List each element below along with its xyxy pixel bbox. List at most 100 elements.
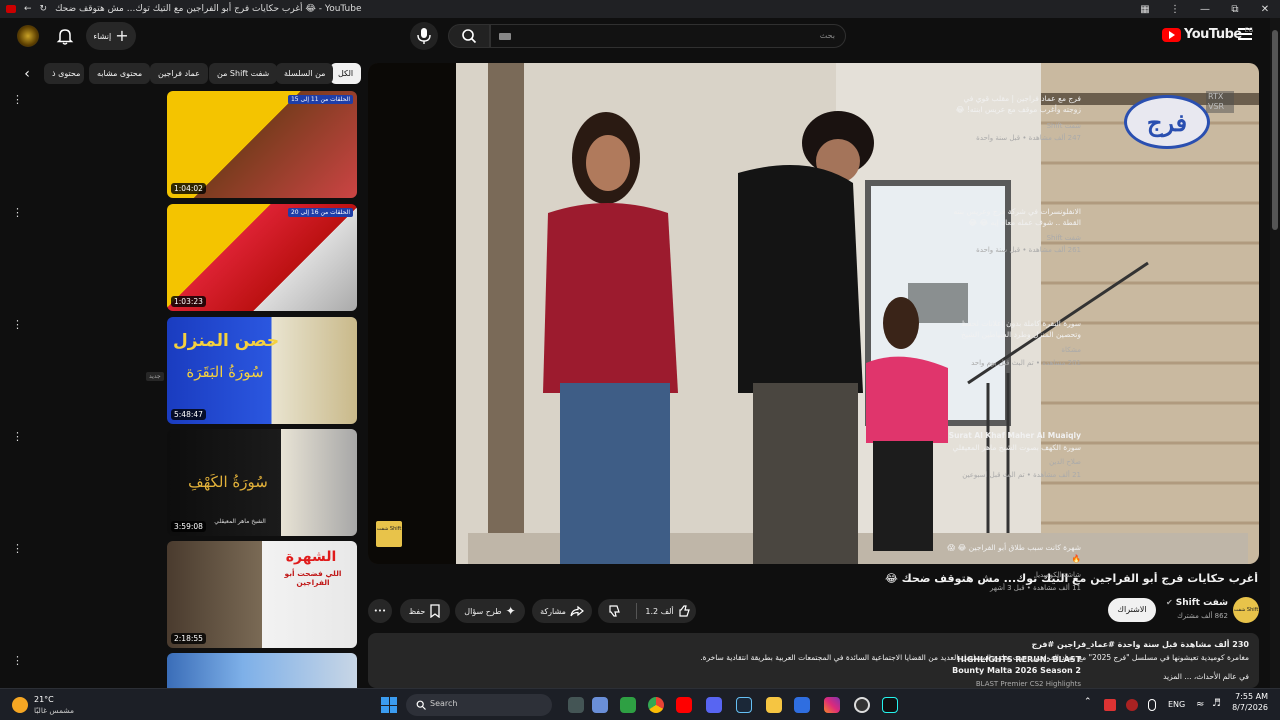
reload-icon[interactable]: ↻ <box>40 4 48 14</box>
notifications-button[interactable] <box>56 27 74 45</box>
video-thumbnail[interactable] <box>167 653 357 688</box>
share-button[interactable]: مشاركة <box>532 599 592 623</box>
weather-sun-icon <box>12 697 28 713</box>
chip-from-series[interactable]: من السلسلة <box>276 63 334 84</box>
channel-avatar[interactable]: شفت Shift <box>1233 597 1259 623</box>
browser-more-icon[interactable]: ⋮ <box>1160 4 1190 15</box>
chip-all[interactable]: الكل <box>330 63 362 84</box>
more-options-icon[interactable]: ⋮ <box>12 94 23 105</box>
close-window-icon[interactable]: ✕ <box>1250 4 1280 15</box>
chip-similar[interactable]: محتوى مشابه <box>89 63 151 84</box>
video-thumbnail[interactable]: الحلقات من 11 إلى 15 1:04:02 <box>167 91 357 198</box>
more-actions-button[interactable]: ••• <box>368 599 392 623</box>
upscale-watermark: RTX VSR <box>1206 91 1234 113</box>
related-video-subtitle: سورة الكهف بصوت الشيخ ماهر المعيقلي <box>952 443 1081 452</box>
restore-icon[interactable]: ⧉ <box>1220 4 1250 15</box>
taskbar-search-input[interactable]: Search <box>430 699 457 708</box>
related-video-channel[interactable]: مشكاة <box>1061 346 1081 354</box>
youtube-taskbar-icon[interactable] <box>676 697 692 713</box>
more-options-icon[interactable]: ⋮ <box>12 319 23 330</box>
discord-icon[interactable] <box>706 697 722 713</box>
weather-widget[interactable]: 21°C مشمس غالبًا <box>12 693 102 717</box>
app-icon-blue[interactable] <box>794 697 810 713</box>
language-indicator[interactable]: ENG <box>1168 700 1185 709</box>
voice-search-button[interactable] <box>410 22 438 50</box>
related-video-title[interactable]: الانفلونسرات في شركة فرج وعريس بنته القط… <box>946 206 1081 228</box>
related-video-channel[interactable]: BLAST Premier CS2 Highlights <box>976 680 1081 688</box>
tray-mic-icon[interactable] <box>1148 699 1156 711</box>
widgets-icon[interactable] <box>592 697 608 713</box>
like-icon <box>679 605 690 617</box>
related-video-title[interactable]: HIGHLIGHTS RERUN: BLAST Bounty Malta 202… <box>946 654 1081 678</box>
file-explorer-icon[interactable] <box>766 697 782 713</box>
video-thumbnail[interactable]: الشهرة اللي فضحت أبو الفراجين 2:18:55 <box>167 541 357 648</box>
create-label: إنشاء <box>93 31 112 41</box>
chip-emad-faragin[interactable]: عماد فراجين <box>150 63 208 84</box>
video-thumbnail[interactable]: سُورَةُ الكَهْفِ الشيخ ماهر المعيقلي 3:5… <box>167 429 357 536</box>
more-options-icon[interactable]: ⋮ <box>12 207 23 218</box>
like-button[interactable]: 1.2 ألف <box>641 604 696 618</box>
wifi-icon[interactable]: ≈ <box>1196 699 1204 710</box>
subscribe-label: الاشتراك <box>1117 605 1147 614</box>
tray-app-icon[interactable] <box>1104 699 1116 711</box>
video-player[interactable]: فرج RTX VSR شفت Shift <box>368 63 1259 564</box>
save-button[interactable]: حفظ <box>400 599 450 623</box>
minimize-icon[interactable]: — <box>1190 4 1220 15</box>
steam-icon[interactable] <box>736 697 752 713</box>
related-video-title[interactable]: شهرة كانت سبب طلاق أبو الفراجين 😂 😱 🔥 <box>946 542 1081 564</box>
more-options-icon[interactable]: ⋮ <box>12 655 23 666</box>
chip-related[interactable]: محتوى ذ <box>44 63 84 84</box>
task-view-icon[interactable] <box>568 697 584 713</box>
related-video-title[interactable]: سورة البقرة كاملة بدون إعلانات لحفظ وتحص… <box>946 318 1081 340</box>
ask-label: طرح سؤال <box>464 606 502 616</box>
browser-menu-icon[interactable] <box>6 5 16 13</box>
related-video-title[interactable]: Surat Al Khaf Maher Al Muaiqly <box>946 430 1081 441</box>
account-avatar[interactable] <box>17 25 39 47</box>
keyboard-icon[interactable] <box>499 33 511 40</box>
related-video-channel[interactable]: شفت Shift <box>1047 234 1081 242</box>
clock-date: 8/7/2026 <box>1232 703 1268 712</box>
taskbar-search[interactable]: Search <box>406 694 552 716</box>
instagram-icon[interactable] <box>824 697 840 713</box>
thumbnail-badge: الحلقات من 11 إلى 15 <box>287 95 353 104</box>
channel-name[interactable]: شفت Shift ✔ <box>1150 598 1228 608</box>
subscribe-button[interactable]: الاشتراك <box>1108 598 1156 622</box>
page-scrollbar[interactable] <box>1270 18 1280 688</box>
description-box[interactable]: 230 ألف مشاهدة قبل سنة واحدة #عماد_فراجي… <box>368 633 1259 688</box>
tiktok-icon[interactable] <box>882 697 898 713</box>
chrome-icon[interactable] <box>648 697 664 713</box>
search-button[interactable] <box>448 24 490 48</box>
obs-icon[interactable] <box>854 697 870 713</box>
chip-scroll-left-icon[interactable]: ‹ <box>18 65 36 83</box>
tray-app-icon-2[interactable] <box>1126 699 1138 711</box>
weather-temp: 21°C <box>34 695 54 704</box>
video-thumbnail[interactable]: الحلقات من 16 إلى 20 1:03:23 <box>167 204 357 311</box>
youtube-logo[interactable]: YouTube EG <box>1162 27 1253 42</box>
ask-button[interactable]: طرح سؤال ✦ <box>455 599 525 623</box>
channel-watermark: شفت Shift <box>376 521 402 547</box>
video-thumbnail[interactable]: حصن المنزل سُورَةُ البَقَرَة 5:48:47 <box>167 317 357 424</box>
search-input[interactable]: بحث <box>820 31 835 40</box>
more-options-icon[interactable]: ⋮ <box>12 431 23 442</box>
xbox-app-icon[interactable] <box>620 697 636 713</box>
dislike-button[interactable] <box>598 604 632 618</box>
description-line-1: مغامرة كوميدية تعيشونها في مسلسل "فرج 20… <box>700 653 1249 662</box>
extensions-icon[interactable]: ▦ <box>1130 4 1160 15</box>
more-options-icon[interactable]: ⋮ <box>12 543 23 554</box>
volume-icon[interactable]: ♬ <box>1212 698 1221 709</box>
tray-overflow-icon[interactable]: ⌃ <box>1084 697 1092 707</box>
related-video-title[interactable]: فرج مع عماد فراجين | مقلب قوي في زوجته و… <box>946 93 1081 115</box>
chip-from-shift[interactable]: من Shift شفت <box>209 63 278 84</box>
clock[interactable]: 7:55 AM 8/7/2026 <box>1232 692 1268 712</box>
start-button[interactable] <box>381 697 397 713</box>
description-meta: 230 ألف مشاهدة قبل سنة واحدة #عماد_فراجي… <box>1031 640 1249 649</box>
related-video-channel[interactable]: صلاح الدين <box>1049 458 1081 466</box>
related-video-channel[interactable]: شاشة الكوميديا <box>1036 571 1081 579</box>
verified-icon: ✔ <box>1165 598 1173 607</box>
related-video-channel[interactable]: شفت Shift <box>1047 122 1081 130</box>
search-box[interactable]: بحث <box>490 24 846 48</box>
back-icon[interactable]: ← <box>24 4 32 14</box>
microphone-icon <box>417 28 431 44</box>
scrollbar-thumb[interactable] <box>1272 30 1278 230</box>
create-button[interactable]: إنشاء + <box>86 22 136 50</box>
